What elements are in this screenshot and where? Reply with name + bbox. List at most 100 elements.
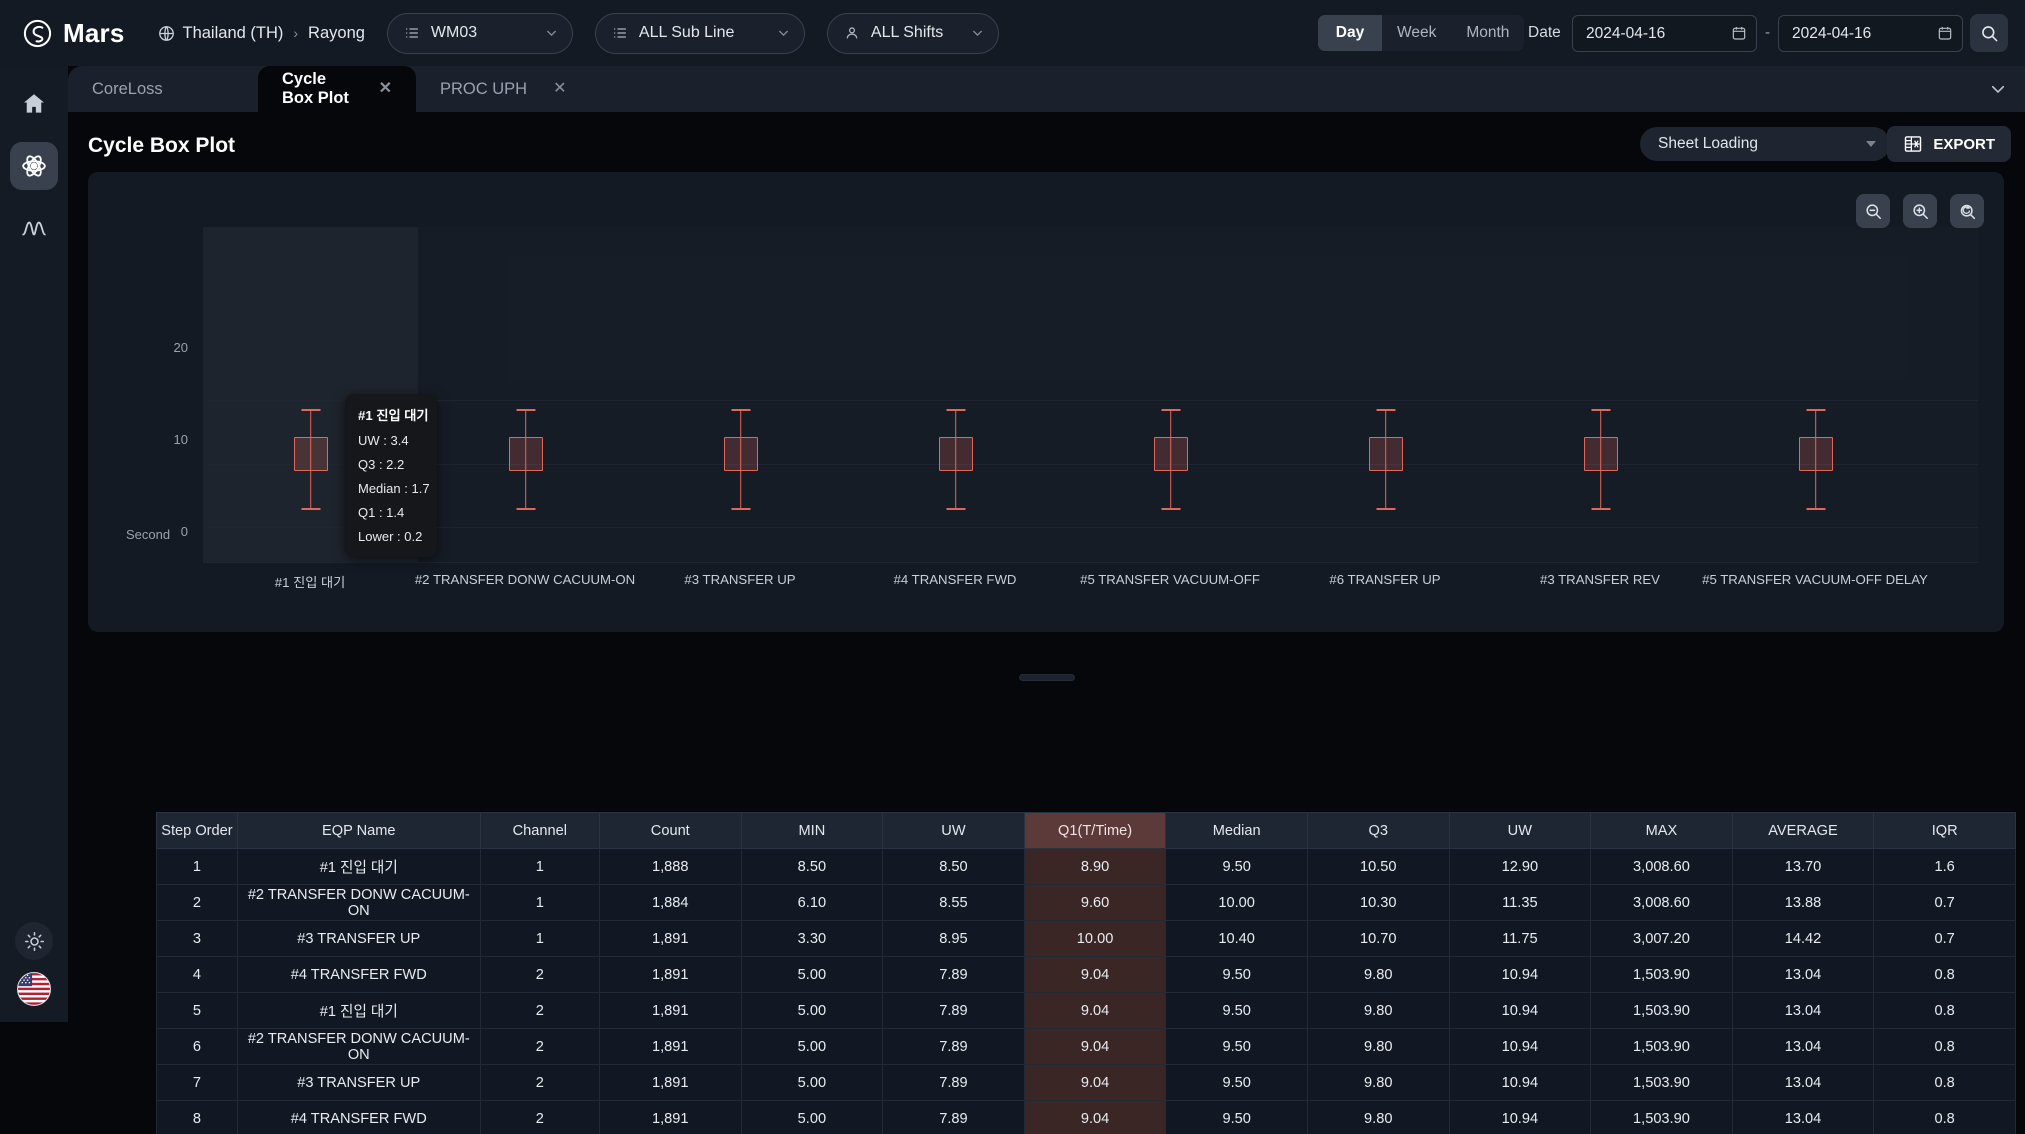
column-header-q3[interactable]: Q3	[1307, 813, 1449, 849]
table-row[interactable]: 7 #3 TRANSFER UP 2 1,891 5.00 7.89 9.04 …	[157, 1065, 2016, 1101]
tooltip-row-lower: Lower : 0.2	[358, 529, 424, 544]
column-header-channel[interactable]: Channel	[480, 813, 599, 849]
search-button[interactable]	[1970, 14, 2008, 52]
cell-iqr: 0.7	[1874, 921, 2016, 957]
theme-toggle-button[interactable]	[15, 922, 53, 960]
export-button[interactable]: EXPORT	[1887, 126, 2011, 162]
cell-q3: 10.70	[1307, 921, 1449, 957]
box-plot-item[interactable]	[848, 172, 1063, 632]
column-header-eqp-name[interactable]: EQP Name	[237, 813, 480, 849]
top-header-bar: Mars Thailand (TH) › Rayong WM03 ALL Sub…	[0, 0, 2025, 66]
sidebar-item-analytics[interactable]	[10, 142, 58, 190]
cell-step-order: 3	[157, 921, 238, 957]
tooltip-title: #1 진입 대기	[358, 405, 424, 424]
x-tick-label: #5 TRANSFER VACUUM-OFF	[1080, 572, 1260, 587]
cell-average: 13.70	[1732, 849, 1874, 885]
cell-average: 13.04	[1732, 957, 1874, 993]
cell-max: 1,503.90	[1591, 1101, 1733, 1134]
person-icon	[844, 25, 860, 41]
tab-cycle-box-plot[interactable]: Cycle Box Plot ✕	[258, 66, 416, 112]
panel-resize-handle[interactable]	[1019, 674, 1075, 681]
box-rect	[509, 437, 543, 471]
breadcrumb-country[interactable]: Thailand (TH)	[183, 24, 284, 43]
sidebar-item-home[interactable]	[10, 80, 58, 128]
box-plot-item[interactable]	[633, 172, 848, 632]
column-header-step-order[interactable]: Step Order	[157, 813, 238, 849]
cell-median: 9.50	[1166, 957, 1308, 993]
box-rect	[1799, 437, 1833, 471]
cell-q1: 9.04	[1024, 1101, 1166, 1134]
data-table: Step Order EQP Name Channel Count MIN UW…	[156, 812, 2016, 1134]
table-row[interactable]: 4 #4 TRANSFER FWD 2 1,891 5.00 7.89 9.04…	[157, 957, 2016, 993]
date-from-value: 2024-04-16	[1586, 25, 1723, 43]
breadcrumb: Thailand (TH) › Rayong	[158, 24, 365, 43]
calendar-icon[interactable]	[1731, 25, 1747, 42]
cell-eqp-name: #1 진입 대기	[237, 849, 480, 885]
box-plot-item[interactable]	[1493, 172, 1708, 632]
subline-select-value: ALL Sub Line	[639, 24, 766, 42]
table-row[interactable]: 3 #3 TRANSFER UP 1 1,891 3.30 8.95 10.00…	[157, 921, 2016, 957]
shift-select[interactable]: ALL Shifts	[827, 13, 999, 54]
column-header-count[interactable]: Count	[599, 813, 741, 849]
cell-lower-uw: 7.89	[883, 1101, 1025, 1134]
search-icon	[1980, 24, 1999, 43]
excel-icon	[1903, 134, 1923, 154]
table-row[interactable]: 1 #1 진입 대기 1 1,888 8.50 8.50 8.90 9.50 1…	[157, 849, 2016, 885]
lower-whisker-cap	[946, 508, 965, 510]
tab-coreloss[interactable]: CoreLoss	[68, 66, 258, 112]
sidebar-item-trend[interactable]	[10, 204, 58, 252]
cell-q3: 9.80	[1307, 1101, 1449, 1134]
table-row[interactable]: 6 #2 TRANSFER DONW CACUUM-ON 2 1,891 5.0…	[157, 1029, 2016, 1065]
close-icon[interactable]: ✕	[379, 81, 392, 97]
cell-count: 1,884	[599, 885, 741, 921]
table-row[interactable]: 8 #4 TRANSFER FWD 2 1,891 5.00 7.89 9.04…	[157, 1101, 2016, 1134]
app-logo[interactable]: Mars	[22, 18, 125, 49]
period-day-button[interactable]: Day	[1318, 15, 1382, 51]
cell-iqr: 0.8	[1874, 993, 2016, 1029]
cell-min: 6.10	[741, 885, 883, 921]
table-row[interactable]: 2 #2 TRANSFER DONW CACUUM-ON 1 1,884 6.1…	[157, 885, 2016, 921]
column-header-min[interactable]: MIN	[741, 813, 883, 849]
box-plot-item[interactable]	[418, 172, 633, 632]
box-plot-chart[interactable]: 20 10 0 Second	[88, 172, 2004, 632]
cell-median: 10.40	[1166, 921, 1308, 957]
box-plot-item[interactable]	[1278, 172, 1493, 632]
tab-overflow-chevron-down-icon[interactable]	[1989, 80, 2007, 98]
cell-average: 13.04	[1732, 1029, 1874, 1065]
column-header-lower-uw[interactable]: UW	[883, 813, 1025, 849]
column-header-median[interactable]: Median	[1166, 813, 1308, 849]
list-icon	[404, 25, 420, 41]
cell-channel: 2	[480, 1029, 599, 1065]
upper-whisker-cap	[946, 409, 965, 411]
close-icon[interactable]: ✕	[553, 81, 566, 97]
subline-select[interactable]: ALL Sub Line	[595, 13, 805, 54]
chevron-down-icon	[1866, 141, 1876, 147]
box-plot-item[interactable]	[1063, 172, 1278, 632]
table-row[interactable]: 5 #1 진입 대기 2 1,891 5.00 7.89 9.04 9.50 9…	[157, 993, 2016, 1029]
equipment-select[interactable]: WM03	[387, 13, 573, 54]
cell-step-order: 1	[157, 849, 238, 885]
cell-average: 13.04	[1732, 1065, 1874, 1101]
column-header-upper-uw[interactable]: UW	[1449, 813, 1591, 849]
date-to-field[interactable]: 2024-04-16	[1778, 15, 1963, 52]
period-week-button[interactable]: Week	[1382, 15, 1451, 51]
sheet-loading-select[interactable]: Sheet Loading	[1640, 127, 1890, 161]
column-header-average[interactable]: AVERAGE	[1732, 813, 1874, 849]
calendar-icon[interactable]	[1937, 25, 1953, 42]
box-plot-item[interactable]	[1708, 172, 1923, 632]
period-month-button[interactable]: Month	[1451, 15, 1524, 51]
shift-select-value: ALL Shifts	[871, 24, 960, 42]
language-flag-button[interactable]	[17, 972, 51, 1006]
cell-average: 13.04	[1732, 1101, 1874, 1134]
cell-channel: 2	[480, 1065, 599, 1101]
cell-count: 1,891	[599, 1065, 741, 1101]
breadcrumb-site[interactable]: Rayong	[308, 24, 365, 43]
tab-proc-uph[interactable]: PROC UPH ✕	[416, 66, 598, 112]
column-header-iqr[interactable]: IQR	[1874, 813, 2016, 849]
upper-whisker-cap	[1806, 409, 1825, 411]
us-flag-icon	[18, 973, 50, 1005]
column-header-q1[interactable]: Q1(T/Time)	[1024, 813, 1166, 849]
date-from-field[interactable]: 2024-04-16	[1572, 15, 1757, 52]
cell-channel: 1	[480, 921, 599, 957]
column-header-max[interactable]: MAX	[1591, 813, 1733, 849]
